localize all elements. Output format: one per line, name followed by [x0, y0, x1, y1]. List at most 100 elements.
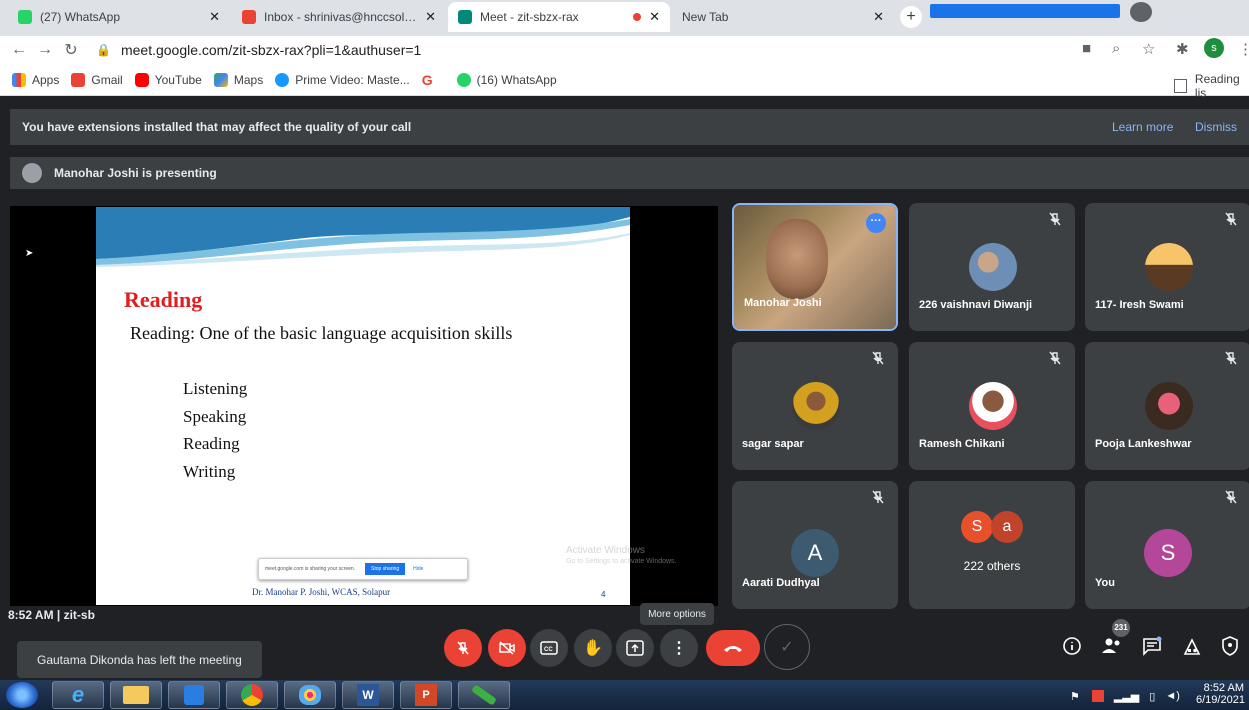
- close-tab-icon[interactable]: ✕: [873, 9, 884, 25]
- network-signal-icon[interactable]: ▂▃▅: [1114, 690, 1139, 703]
- banner-message: You have extensions installed that may a…: [22, 120, 412, 134]
- activities-button[interactable]: [1180, 634, 1204, 658]
- folder-icon: [123, 686, 149, 704]
- bookmark-maps[interactable]: Maps: [213, 72, 263, 87]
- participant-name: Manohar Joshi: [744, 297, 822, 309]
- extensions-icon[interactable]: ✱: [1176, 40, 1189, 58]
- taskbar-media-player[interactable]: [168, 681, 220, 709]
- extensions-warning-banner: You have extensions installed that may a…: [10, 109, 1249, 145]
- checkmark-button[interactable]: ✓: [764, 624, 810, 670]
- more-options-button[interactable]: ⋮: [660, 629, 698, 667]
- reading-list-button[interactable]: Reading lis: [1174, 72, 1249, 100]
- participant-tile[interactable]: Ramesh Chikani: [909, 342, 1075, 470]
- taskbar-word[interactable]: W: [342, 681, 394, 709]
- address-bar[interactable]: 🔒 meet.google.com/zit-sbzx-rax?pli=1&aut…: [96, 38, 1096, 62]
- reading-list-icon: [1174, 79, 1187, 93]
- zoom-icon[interactable]: ⌕: [1112, 40, 1120, 57]
- new-tab-button[interactable]: +: [900, 6, 922, 28]
- taskbar-pen-tool[interactable]: [458, 681, 510, 709]
- meeting-details-button[interactable]: [1060, 634, 1084, 658]
- chat-button[interactable]: [1140, 634, 1164, 658]
- chrome-icon: [241, 684, 263, 706]
- forward-icon[interactable]: →: [32, 41, 58, 59]
- flag-icon[interactable]: ⚑: [1070, 690, 1080, 703]
- tab-title: Meet - zit-sbzx-rax: [480, 10, 579, 24]
- taskbar-clock[interactable]: 8:52 AM 6/19/2021: [1196, 682, 1245, 706]
- camera-icon[interactable]: ■: [1082, 40, 1091, 57]
- tab-inbox[interactable]: Inbox - shrinivas@hnccsolapur.org ✕: [232, 2, 446, 32]
- people-button[interactable]: [1100, 634, 1124, 658]
- bookmark-gmail[interactable]: Gmail: [71, 72, 123, 87]
- host-controls-button[interactable]: [1218, 634, 1242, 658]
- close-tab-icon[interactable]: ✕: [649, 9, 660, 25]
- profile-avatar[interactable]: s: [1204, 38, 1224, 58]
- mic-off-icon: [1225, 351, 1237, 365]
- taskbar-internet-explorer[interactable]: e: [52, 681, 104, 709]
- security-alert-icon[interactable]: [1091, 690, 1104, 702]
- reload-icon[interactable]: ↻: [58, 40, 84, 60]
- present-button[interactable]: [616, 629, 654, 667]
- participant-tile-others[interactable]: S a 222 others: [909, 481, 1075, 609]
- participant-tile[interactable]: sagar sapar: [732, 342, 898, 470]
- raise-hand-button[interactable]: ✋: [574, 629, 612, 667]
- leave-call-button[interactable]: [706, 630, 760, 666]
- stop-sharing-button[interactable]: Stop sharing: [365, 563, 406, 575]
- participant-tile[interactable]: 226 vaishnavi Diwanji: [909, 203, 1075, 331]
- clock-date: 6/19/2021: [1196, 694, 1245, 706]
- participant-name: Pooja Lankeshwar: [1095, 438, 1192, 450]
- volume-icon[interactable]: ◄): [1165, 690, 1180, 702]
- mic-off-icon: [457, 641, 469, 655]
- bookmark-youtube[interactable]: YouTube: [134, 72, 202, 87]
- bookmark-google[interactable]: G: [422, 72, 439, 88]
- taskbar-file-explorer[interactable]: [110, 681, 162, 709]
- camera-button[interactable]: [488, 629, 526, 667]
- learn-more-link[interactable]: Learn more: [1112, 120, 1173, 134]
- participant-photo: [792, 382, 840, 430]
- participant-tile-manohar-joshi[interactable]: ··· Manohar Joshi: [732, 203, 898, 331]
- taskbar-powerpoint[interactable]: P: [400, 681, 452, 709]
- participant-tile[interactable]: A Aarati Dudhyal: [732, 481, 898, 609]
- close-tab-icon[interactable]: ✕: [209, 9, 220, 25]
- camera-off-icon: [499, 641, 515, 655]
- presenting-bar: Manohar Joshi is presenting: [10, 157, 1249, 189]
- tab-meet[interactable]: Meet - zit-sbzx-rax ✕: [448, 2, 670, 32]
- lock-icon: 🔒: [96, 43, 111, 57]
- tab-title: New Tab: [682, 10, 729, 24]
- slide-bullet: Reading: [183, 434, 240, 453]
- bookmark-star-icon[interactable]: ☆: [1142, 40, 1155, 58]
- slide-page-number: 4: [601, 590, 606, 599]
- tab-title: (27) WhatsApp: [40, 10, 121, 24]
- bookmark-apps[interactable]: Apps: [12, 72, 60, 87]
- dismiss-button[interactable]: Dismiss: [1195, 120, 1237, 134]
- hide-button[interactable]: Hide: [413, 566, 423, 572]
- google-icon: G: [421, 71, 433, 88]
- participant-photo: [969, 243, 1017, 291]
- more-options-icon[interactable]: ···: [866, 213, 886, 233]
- battery-icon[interactable]: ▯: [1149, 690, 1155, 703]
- menu-icon[interactable]: ⋮: [1238, 40, 1249, 58]
- bookmark-label: Apps: [32, 72, 60, 87]
- apps-grid-icon: [12, 72, 26, 87]
- captions-icon: CC: [540, 641, 558, 655]
- taskbar-paint[interactable]: [284, 681, 336, 709]
- more-options-tooltip: More options: [640, 603, 714, 625]
- tab-search-icon[interactable]: [1130, 2, 1152, 22]
- taskbar-chrome[interactable]: [226, 681, 278, 709]
- back-icon[interactable]: ←: [6, 41, 32, 59]
- microphone-button[interactable]: [444, 629, 482, 667]
- tab-overflow-strip: [930, 4, 1120, 18]
- participant-tile[interactable]: Pooja Lankeshwar: [1085, 342, 1249, 470]
- slide-subtitle: Reading: One of the basic language acqui…: [130, 323, 513, 343]
- bookmark-prime-video[interactable]: Prime Video: Maste...: [275, 72, 410, 87]
- close-tab-icon[interactable]: ✕: [425, 9, 436, 25]
- participant-avatar: A: [791, 529, 839, 577]
- bookmark-whatsapp[interactable]: (16) WhatsApp: [456, 72, 557, 87]
- presenting-label: Manohar Joshi is presenting: [54, 166, 217, 180]
- slide-header-wave: [96, 207, 630, 267]
- captions-button[interactable]: CC: [530, 629, 568, 667]
- tab-new-tab[interactable]: New Tab ✕: [672, 2, 894, 32]
- participant-tile-you[interactable]: S You: [1085, 481, 1249, 609]
- start-button[interactable]: [6, 682, 38, 708]
- tab-whatsapp[interactable]: (27) WhatsApp ✕: [8, 2, 230, 32]
- participant-tile[interactable]: 117- Iresh Swami: [1085, 203, 1249, 331]
